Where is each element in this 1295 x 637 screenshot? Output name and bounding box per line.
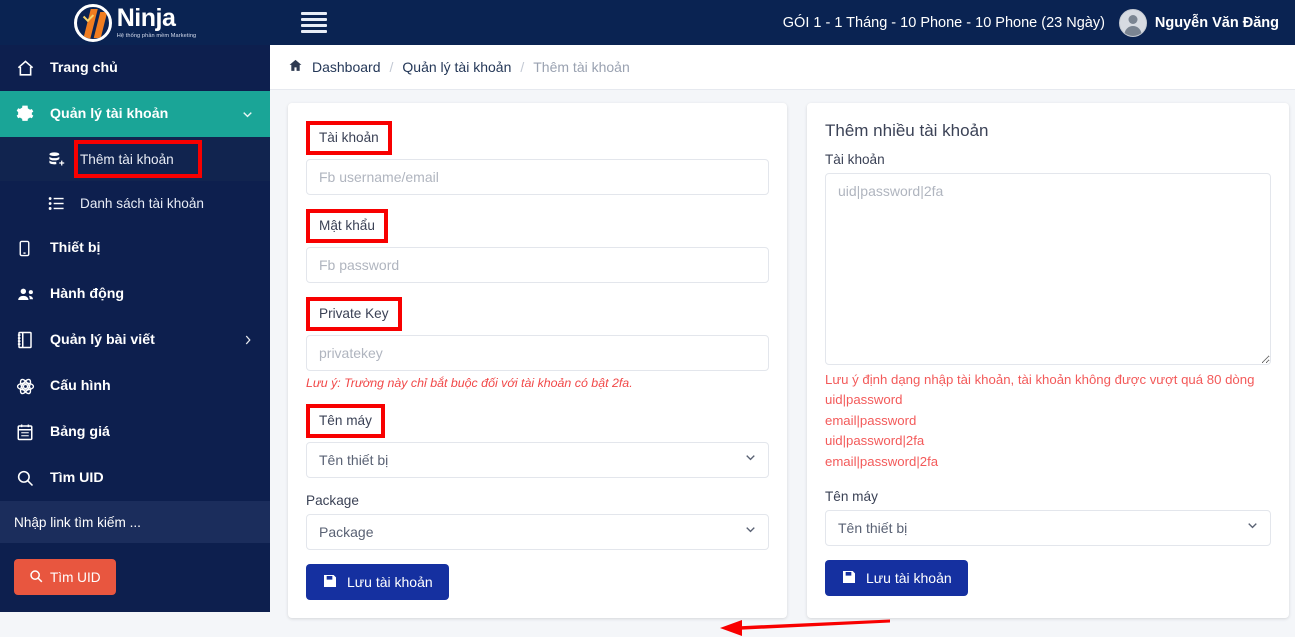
field-package: Package Package <box>306 492 769 550</box>
password-label: Mật khẩu <box>319 218 375 233</box>
find-uid-button[interactable]: Tìm UID <box>14 559 116 595</box>
sidebar-item-label: Trang chủ <box>50 60 118 76</box>
content-row: Tài khoản Mật khẩu Private Key Lưu ý: Tr… <box>270 90 1295 636</box>
password-input[interactable] <box>306 247 769 283</box>
field-bulk-accounts: Tài khoản Lưu ý định dạng nhập tài khoản… <box>824 151 1271 472</box>
sidebar-item-quan-ly-bai-viet[interactable]: Quản lý bài viết <box>0 317 270 363</box>
breadcrumb-item-dashboard[interactable]: Dashboard <box>312 59 381 75</box>
annotation-highlight-tai-khoan: Tài khoản <box>306 121 392 155</box>
top-header: Ninja Hệ thống phần mềm Marketing GÓI 1 … <box>0 0 1295 45</box>
multi-account-title: Thêm nhiều tài khoản <box>824 121 989 140</box>
breadcrumb-item-quan-ly-tai-khoan[interactable]: Quản lý tài khoản <box>402 59 511 75</box>
atom-icon <box>16 377 50 396</box>
annotation-highlight-private-key: Private Key <box>306 297 402 331</box>
chevron-right-icon <box>242 334 254 346</box>
sidebar-item-cau-hinh[interactable]: Cấu hình <box>0 363 270 409</box>
account-label: Tài khoản <box>319 130 379 145</box>
user-name: Nguyễn Văn Đăng <box>1154 14 1279 31</box>
field-device-name: Tên máy Tên thiết bị <box>306 404 769 478</box>
avatar <box>1118 8 1147 37</box>
book-icon <box>16 331 50 349</box>
annotation-highlight-mat-khau: Mật khẩu <box>306 209 388 243</box>
main-content: Dashboard / Quản lý tài khoản / Thêm tài… <box>270 45 1295 636</box>
search-icon <box>16 469 50 487</box>
sidebar-item-label: Tìm UID <box>50 470 104 486</box>
save-account-button-left[interactable]: Lưu tài khoản <box>306 564 449 600</box>
package-info-text: GÓI 1 - 1 Tháng - 10 Phone - 10 Phone (2… <box>782 14 1105 31</box>
bulk-account-label: Tài khoản <box>824 152 885 167</box>
sidebar-item-bang-gia[interactable]: Bảng giá <box>0 409 270 455</box>
device-select[interactable]: Tên thiết bị <box>306 442 769 478</box>
field-private-key: Private Key Lưu ý: Trường này chỉ bắt bu… <box>306 297 769 390</box>
save-button-label: Lưu tài khoản <box>865 570 952 587</box>
sidebar-item-label: Hành động <box>50 286 125 302</box>
format-example-line: uid|password|2fa <box>824 433 925 449</box>
sidebar-item-label: Quản lý bài viết <box>50 332 155 348</box>
sidebar-item-thiet-bi[interactable]: Thiết bị <box>0 225 270 271</box>
sidebar-item-quan-ly-tai-khoan[interactable]: Quản lý tài khoản <box>0 91 270 137</box>
format-example-line: uid|password <box>824 392 903 408</box>
sidebar-search-row[interactable] <box>0 501 270 543</box>
sidebar: Trang chủ Quản lý tài khoản Thêm tài kho… <box>0 45 270 612</box>
sidebar-subitem-danh-sach-tai-khoan[interactable]: Danh sách tài khoản <box>0 181 270 225</box>
account-input[interactable] <box>306 159 769 195</box>
field-bulk-device-name: Tên máy Tên thiết bị <box>824 488 1271 547</box>
format-example-line: email|password|2fa <box>824 453 939 469</box>
breadcrumb: Dashboard / Quản lý tài khoản / Thêm tài… <box>270 45 1295 90</box>
find-uid-button-label: Tìm UID <box>50 569 101 585</box>
sidebar-item-hanh-dong[interactable]: Hành động <box>0 271 270 317</box>
search-input[interactable] <box>14 514 244 530</box>
mobile-icon <box>16 240 50 257</box>
ninja-logo-icon <box>73 3 112 42</box>
save-account-button-right[interactable]: Lưu tài khoản <box>824 560 968 597</box>
chevron-down-icon <box>241 108 254 121</box>
single-account-card: Tài khoản Mật khẩu Private Key Lưu ý: Tr… <box>288 103 890 636</box>
sidebar-item-label: Bảng giá <box>50 424 110 440</box>
sidebar-subitem-label: Thêm tài khoản <box>80 151 174 167</box>
sidebar-item-label: Cấu hình <box>50 378 111 394</box>
gear-icon <box>16 105 50 123</box>
calendar-icon <box>16 423 50 441</box>
breadcrumb-separator: / <box>520 59 525 75</box>
sidebar-subitem-label: Danh sách tài khoản <box>80 195 204 211</box>
private-key-label: Private Key <box>319 306 389 321</box>
header-right-group: GÓI 1 - 1 Tháng - 10 Phone - 10 Phone (2… <box>782 8 1295 37</box>
sidebar-item-trang-chu[interactable]: Trang chủ <box>0 45 270 91</box>
breadcrumb-separator: / <box>389 59 394 75</box>
database-add-icon <box>48 151 80 168</box>
sidebar-subitem-them-tai-khoan[interactable]: Thêm tài khoản <box>0 137 270 181</box>
save-button-label: Lưu tài khoản <box>347 574 433 590</box>
annotation-highlight-ten-may: Tên máy <box>306 404 385 438</box>
hamburger-icon[interactable] <box>301 11 327 34</box>
logo-name: Ninja <box>116 3 176 32</box>
field-account: Tài khoản <box>306 121 769 195</box>
format-example-line: email|password <box>824 412 917 428</box>
package-select[interactable]: Package <box>306 514 769 550</box>
format-note: Lưu ý định dạng nhập tài khoản, tài khoả… <box>824 372 1255 387</box>
brand-logo[interactable]: Ninja Hệ thống phần mềm Marketing <box>0 0 270 45</box>
private-key-input[interactable] <box>306 335 769 371</box>
package-label: Package <box>306 493 359 508</box>
private-key-note: Lưu ý: Trường này chỉ bắt buộc đối với t… <box>306 376 633 390</box>
search-icon <box>29 569 43 586</box>
device-label: Tên máy <box>319 413 372 428</box>
sidebar-item-label: Thiết bị <box>50 240 101 256</box>
bulk-accounts-textarea[interactable] <box>824 173 1271 365</box>
sidebar-item-label: Quản lý tài khoản <box>50 106 169 122</box>
sidebar-item-tim-uid[interactable]: Tìm UID <box>0 455 270 501</box>
multi-account-card: Thêm nhiều tài khoản Tài khoản Lưu ý địn… <box>806 103 1289 618</box>
bulk-device-select[interactable]: Tên thiết bị <box>824 510 1271 547</box>
breadcrumb-item-them-tai-khoan: Thêm tài khoản <box>533 59 630 75</box>
users-icon <box>16 285 50 304</box>
list-icon <box>48 195 80 212</box>
home-icon <box>288 58 303 76</box>
home-icon <box>16 59 50 78</box>
save-floppy-icon <box>322 573 338 592</box>
user-menu[interactable]: Nguyễn Văn Đăng <box>1118 8 1279 37</box>
field-password: Mật khẩu <box>306 209 769 283</box>
logo-tagline: Hệ thống phần mềm Marketing <box>116 32 197 39</box>
bulk-device-label: Tên máy <box>824 489 878 505</box>
save-floppy-icon <box>841 569 857 588</box>
annotation-arrow <box>720 619 890 636</box>
